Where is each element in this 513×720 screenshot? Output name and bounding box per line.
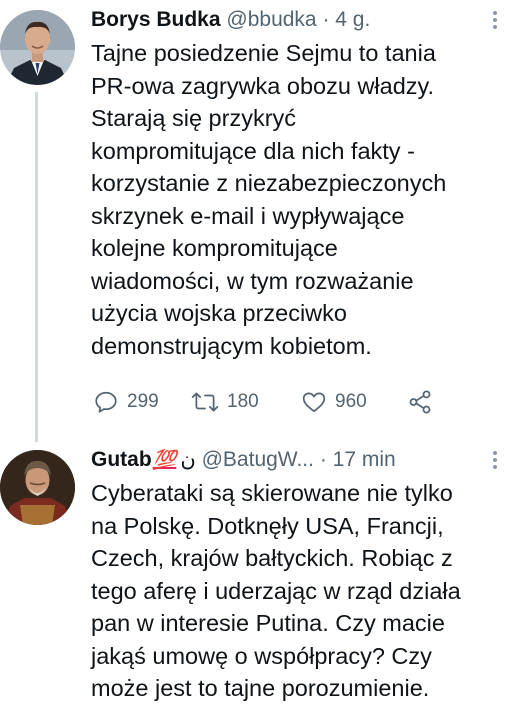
separator-dot: ·	[319, 448, 327, 471]
tweet-header: Borys Budka @bbudka · 4 g.	[91, 6, 513, 36]
text-line: tego aferę i uderzając w rząd działa	[91, 577, 461, 604]
share-icon	[409, 390, 431, 414]
text-line: użycia wojska przeciwko	[91, 300, 347, 326]
avatar-photo	[0, 10, 75, 85]
text-line: kolejne kompromitujące	[91, 235, 338, 261]
action-bar: 299 180 960	[91, 385, 511, 419]
text-line: kompromitujące dla nich fakty -	[91, 137, 415, 164]
text-line: jakąś umowę o współpracy? Czy	[91, 642, 432, 669]
name-glyph: ن	[180, 448, 196, 471]
reply-button[interactable]: 299	[93, 385, 159, 419]
hundred-points-icon: 💯	[152, 450, 177, 471]
text-line: skrzynek e-mail i wypływające	[91, 202, 405, 229]
author-name[interactable]: Gutab	[91, 448, 152, 471]
text-line: Cyberataki są skierowane nie tylko	[91, 480, 453, 506]
tweet-gutab[interactable]: Gutab💯 ن @BatugW... · 17 min Cyberataki s…	[0, 440, 513, 720]
thread-line	[35, 92, 38, 442]
avatar-painting	[0, 450, 75, 525]
author-handle[interactable]: @BatugW...	[202, 448, 314, 471]
like-icon	[302, 392, 326, 413]
tweet-header: Gutab💯 ن @BatugW... · 17 min	[91, 446, 513, 476]
text-line: wiadomości, w tym rozważanie	[91, 267, 414, 294]
author-name[interactable]: Borys Budka	[91, 8, 221, 31]
tweet-text: Tajne posiedzenie Sejmu to tania PR-owa …	[91, 37, 499, 362]
retweet-button[interactable]: 180	[191, 385, 259, 419]
more-icon[interactable]	[485, 448, 505, 474]
text-line: na Polskę. Dotknęły USA, Francji,	[91, 512, 444, 539]
text-line: PR-owa zagrywka obozu władzy.	[91, 72, 435, 99]
text-line: Czech, krajów bałtyckich. Robiąc z	[91, 545, 453, 571]
retweet-count: 180	[227, 391, 259, 412]
text-line: Starają się przykryć	[91, 105, 297, 131]
timestamp[interactable]: 17 min	[333, 448, 396, 471]
avatar[interactable]	[0, 450, 75, 525]
text-line: korzystanie z niezabezpieczonych	[91, 170, 447, 196]
retweet-icon	[191, 392, 219, 412]
tweet-budka[interactable]: Borys Budka @bbudka · 4 g. Tajne posiedz…	[0, 0, 513, 442]
reply-icon	[95, 391, 117, 413]
tweet-text: Cyberataki są skierowane nie tylko na Po…	[91, 477, 499, 705]
avatar[interactable]	[0, 10, 75, 85]
like-count: 960	[335, 391, 367, 412]
reply-count: 299	[127, 391, 159, 412]
share-button[interactable]	[407, 385, 433, 419]
text-line: demonstrującym kobietom.	[91, 332, 372, 359]
separator-dot: ·	[322, 8, 330, 31]
text-line: może jest to tajne porozumienie.	[91, 675, 430, 701]
like-button[interactable]: 960	[301, 385, 367, 419]
more-icon[interactable]	[485, 8, 505, 34]
text-line: pan w interesie Putina. Czy macie	[91, 610, 445, 636]
author-handle[interactable]: @bbudka	[226, 8, 316, 31]
timestamp[interactable]: 4 g.	[335, 8, 370, 31]
text-line: Tajne posiedzenie Sejmu to tania	[91, 40, 436, 66]
